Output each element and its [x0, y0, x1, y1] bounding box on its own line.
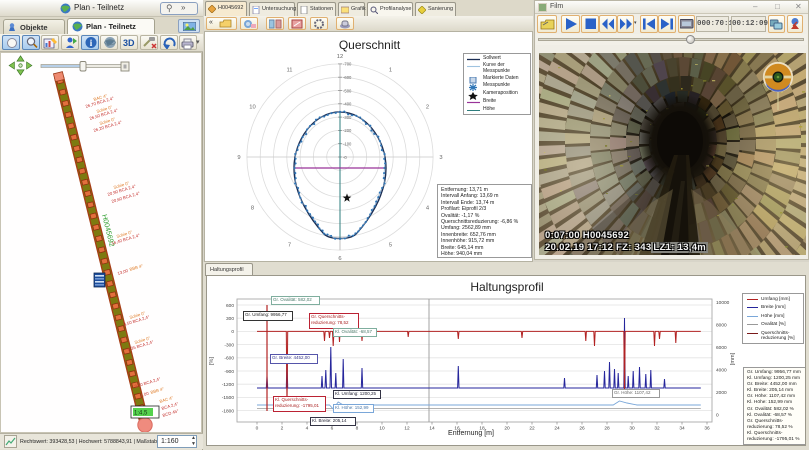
svg-text:34: 34 [679, 426, 685, 432]
svg-text:9: 9 [237, 155, 240, 161]
svg-text:12: 12 [404, 426, 410, 432]
svg-text:10: 10 [249, 105, 255, 111]
svg-text:4: 4 [306, 426, 309, 432]
svg-text:32: 32 [654, 426, 660, 432]
svg-text:36: 36 [704, 426, 710, 432]
svg-text:28: 28 [604, 426, 610, 432]
svg-text:[%]: [%] [209, 357, 215, 365]
svg-text:6: 6 [338, 256, 341, 261]
svg-text:-700: -700 [343, 62, 352, 67]
svg-text:26: 26 [579, 426, 585, 432]
svg-text:6000: 6000 [716, 345, 727, 351]
svg-text:-1800: -1800 [222, 408, 235, 414]
svg-text:-300: -300 [343, 115, 352, 120]
svg-text:4000: 4000 [716, 367, 727, 373]
svg-text:8: 8 [251, 206, 254, 212]
svg-text:BBB 4°: BBB 4° [150, 386, 165, 395]
svg-text:4: 4 [426, 206, 430, 212]
svg-text:0: 0 [231, 329, 234, 335]
svg-text:-200: -200 [343, 128, 352, 133]
svg-text:-900: -900 [224, 369, 234, 375]
svg-text:8000: 8000 [716, 322, 727, 328]
svg-text:11: 11 [286, 68, 292, 74]
svg-text:20: 20 [504, 426, 510, 432]
svg-text:2: 2 [281, 426, 284, 432]
svg-text:2000: 2000 [716, 390, 727, 396]
svg-text:-600: -600 [224, 356, 234, 362]
svg-text:300: 300 [226, 316, 234, 322]
svg-text:0: 0 [716, 412, 719, 418]
svg-text:13,00: 13,00 [117, 268, 129, 276]
svg-text:6: 6 [331, 426, 334, 432]
svg-text:12: 12 [337, 54, 343, 60]
svg-text:2: 2 [426, 105, 429, 111]
svg-text:0: 0 [256, 426, 259, 432]
svg-text:-1200: -1200 [222, 382, 235, 388]
svg-text:30: 30 [629, 426, 635, 432]
svg-text:24: 24 [554, 426, 560, 432]
svg-text:1:4,5: 1:4,5 [134, 411, 148, 417]
svg-text:10: 10 [379, 426, 385, 432]
svg-text:-400: -400 [343, 102, 352, 107]
svg-text:Entfernung [m]: Entfernung [m] [448, 430, 494, 437]
svg-text:1: 1 [389, 68, 392, 74]
svg-text:-1500: -1500 [222, 395, 235, 401]
svg-text:[mm]: [mm] [730, 352, 736, 365]
svg-text:-600: -600 [343, 75, 352, 80]
svg-text:5: 5 [389, 243, 392, 249]
svg-text:8: 8 [356, 426, 359, 432]
svg-text:-500: -500 [343, 88, 352, 93]
svg-text:BBB 4°: BBB 4° [129, 263, 144, 272]
svg-text:600: 600 [226, 303, 234, 309]
svg-text:-300: -300 [224, 342, 234, 348]
svg-text:-100: -100 [343, 142, 352, 147]
svg-text:22: 22 [529, 426, 535, 432]
svg-text:3: 3 [439, 155, 442, 161]
svg-text:14: 14 [429, 426, 435, 432]
svg-text:7: 7 [288, 243, 291, 249]
svg-text:10000: 10000 [716, 300, 730, 306]
